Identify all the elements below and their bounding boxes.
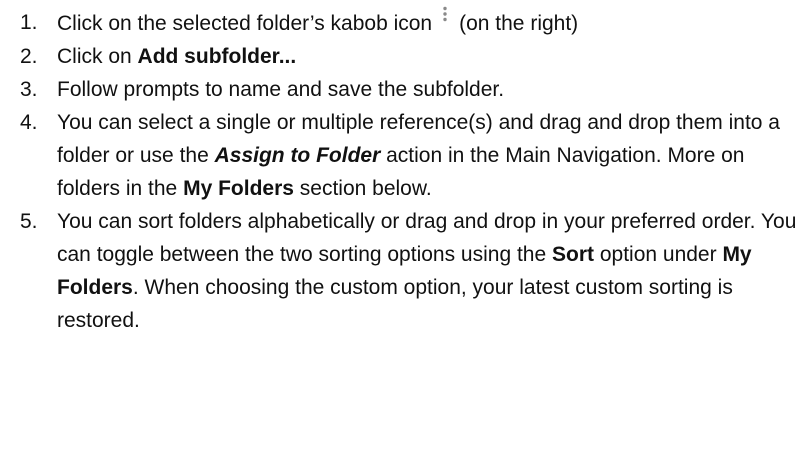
kabob-icon [439, 6, 451, 22]
step-item: 4. You can select a single or multiple r… [20, 106, 797, 205]
step-number: 2. [20, 45, 38, 68]
step-text-part: Click on the selected folder’s kabob ico… [57, 12, 433, 35]
step-item: 5. You can sort folders alphabetically o… [20, 205, 797, 337]
step-text: Click on Add subfolder... [57, 40, 797, 73]
step-text-part: option under [594, 243, 723, 266]
step-text-part: Click on [57, 45, 138, 68]
step-text: You can sort folders alphabetically or d… [57, 205, 797, 337]
step-number: 1. [20, 11, 38, 34]
bold-italic-term-assign-to-folder: Assign to Folder [214, 144, 381, 167]
step-text: You can select a single or multiple refe… [57, 106, 797, 205]
step-text-part: . When choosing the custom option, your … [57, 276, 733, 332]
step-text: Follow prompts to name and save the subf… [57, 78, 505, 101]
step-number: 4. [20, 111, 38, 134]
step-text-part: (on the right) [459, 12, 579, 35]
step-text: Click on the selected folder’s kabob ico… [57, 6, 797, 40]
step-number: 3. [20, 78, 38, 101]
step-item: 2. Click on Add subfolder... [20, 40, 797, 73]
step-item: 3. Follow prompts to name and save the s… [20, 73, 797, 106]
bold-term-my-folders: My Folders [183, 177, 294, 200]
step-item: 1. Click on the selected folder’s kabob … [20, 6, 797, 40]
instructions-document: 1. Click on the selected folder’s kabob … [0, 0, 803, 474]
bold-term-sort: Sort [552, 243, 594, 266]
step-text-part: section below. [293, 177, 432, 200]
step-number: 5. [20, 210, 38, 233]
steps-list: 1. Click on the selected folder’s kabob … [20, 6, 797, 337]
bold-term-add-subfolder: Add subfolder... [137, 45, 297, 68]
